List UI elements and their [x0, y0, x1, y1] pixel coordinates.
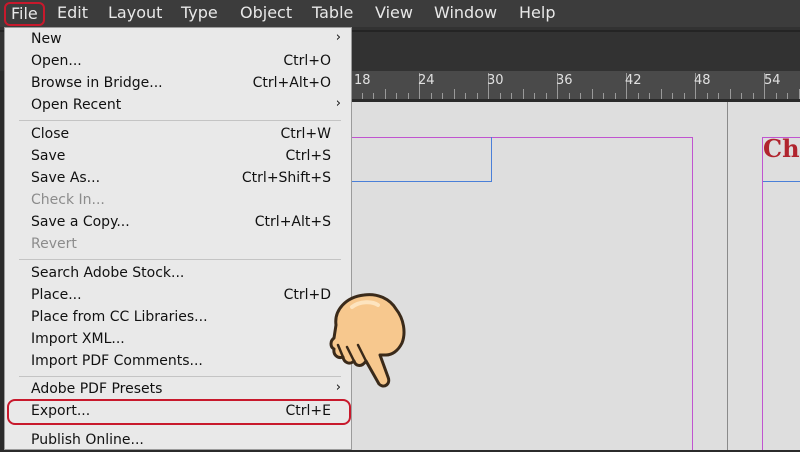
menu-table[interactable]: Table: [312, 3, 353, 23]
horizontal-ruler[interactable]: 18 24 30 36 42 48 54: [350, 71, 800, 99]
ruler-label: 36: [556, 73, 573, 88]
pointing-hand-icon: [329, 293, 406, 388]
menu-window[interactable]: Window: [434, 3, 497, 23]
menu-item-label: Revert: [31, 236, 77, 252]
document-canvas[interactable]: [350, 102, 800, 450]
menu-item-label: Check In...: [31, 192, 105, 208]
menu-item-import-pdf-comments[interactable]: Import PDF Comments...: [5, 351, 351, 373]
menu-type[interactable]: Type: [181, 3, 218, 23]
menu-separator: [19, 376, 341, 377]
menu-item-save-a-copy[interactable]: Save a Copy... Ctrl+Alt+S: [5, 212, 351, 234]
menu-item-shortcut: Ctrl+S: [285, 148, 331, 164]
menu-item-label: Save a Copy...: [31, 214, 130, 230]
menu-item-new[interactable]: New ›: [5, 29, 351, 51]
menu-item-close[interactable]: Close Ctrl+W: [5, 124, 351, 146]
menu-item-browse-in-bridge[interactable]: Browse in Bridge... Ctrl+Alt+O: [5, 73, 351, 95]
menu-separator: [19, 120, 341, 121]
menu-item-label: Adobe PDF Presets: [31, 381, 163, 397]
menu-item-place-from-cc-libraries[interactable]: Place from CC Libraries...: [5, 307, 351, 329]
page-edge: [727, 102, 728, 450]
menu-item-label: Place from CC Libraries...: [31, 309, 208, 325]
margin-guide-left-right: [762, 137, 763, 450]
ruler-tick: [660, 89, 662, 99]
ruler-label: 54: [764, 73, 781, 88]
margin-guide-top: [352, 137, 692, 138]
ruler-label: 48: [694, 73, 711, 88]
menu-item-open-recent[interactable]: Open Recent ›: [5, 95, 351, 117]
menu-item-import-xml[interactable]: Import XML...: [5, 329, 351, 351]
menu-item-label: Browse in Bridge...: [31, 75, 163, 91]
menu-item-label: Close: [31, 126, 70, 142]
menu-item-label: Open Recent: [31, 97, 122, 113]
menu-item-shortcut: Ctrl+Shift+S: [241, 170, 331, 186]
ruler-tick: [798, 89, 800, 99]
menu-item-check-in: Check In...: [5, 190, 351, 212]
ruler-label: 42: [625, 73, 642, 88]
ruler-tick: [522, 89, 524, 99]
menu-view[interactable]: View: [375, 3, 413, 23]
menu-item-label: Publish Online...: [31, 432, 144, 448]
menu-help[interactable]: Help: [519, 3, 555, 23]
menu-edit[interactable]: Edit: [57, 3, 88, 23]
menu-item-revert: Revert: [5, 234, 351, 256]
menu-item-search-adobe-stock[interactable]: Search Adobe Stock...: [5, 263, 351, 285]
ruler-label: 18: [354, 73, 371, 88]
menu-item-shortcut: Ctrl+O: [283, 53, 331, 69]
menu-item-adobe-pdf-presets[interactable]: Adobe PDF Presets ›: [5, 379, 351, 401]
ruler-label: 24: [418, 73, 435, 88]
menu-file[interactable]: File: [4, 2, 45, 26]
menu-object[interactable]: Object: [240, 3, 292, 23]
menu-item-save-as[interactable]: Save As... Ctrl+Shift+S: [5, 168, 351, 190]
margin-guide-right: [692, 137, 693, 450]
menu-item-save[interactable]: Save Ctrl+S: [5, 146, 351, 168]
menu-item-label: Save As...: [31, 170, 101, 186]
ruler-label: 30: [487, 73, 504, 88]
text-frame-bottom[interactable]: [352, 181, 491, 182]
menu-item-shortcut: Ctrl+Alt+O: [252, 75, 331, 91]
menu-layout[interactable]: Layout: [108, 3, 162, 23]
menu-item-shortcut: Ctrl+Alt+S: [254, 214, 331, 230]
ruler-tick: [591, 89, 593, 99]
menu-item-label: Open...: [31, 53, 82, 69]
export-highlight: [7, 399, 351, 425]
menu-item-label: New: [31, 31, 62, 47]
menu-item-place[interactable]: Place... Ctrl+D: [5, 285, 351, 307]
menu-item-label: Save: [31, 148, 66, 164]
menu-item-label: Import XML...: [31, 331, 125, 347]
ruler-tick: [453, 89, 455, 99]
menu-separator: [19, 259, 341, 260]
text-frame-right-bottom[interactable]: [763, 181, 800, 182]
submenu-arrow-icon: ›: [335, 96, 341, 111]
text-frame-right[interactable]: [491, 137, 492, 182]
ruler-tick: [729, 89, 731, 99]
menu-item-label: Place...: [31, 287, 82, 303]
menu-item-open[interactable]: Open... Ctrl+O: [5, 51, 351, 73]
menu-item-label: Import PDF Comments...: [31, 353, 203, 369]
heading-text[interactable]: Ch: [763, 134, 800, 163]
menu-item-publish-online[interactable]: Publish Online...: [5, 430, 351, 452]
file-menu: New › Open... Ctrl+O Browse in Bridge...…: [4, 27, 352, 450]
menu-bar: File Edit Layout Type Object Table View …: [0, 0, 800, 27]
menu-item-label: Search Adobe Stock...: [31, 265, 185, 281]
submenu-arrow-icon: ›: [335, 30, 341, 45]
ruler-tick: [384, 89, 386, 99]
menu-item-shortcut: Ctrl+W: [280, 126, 331, 142]
